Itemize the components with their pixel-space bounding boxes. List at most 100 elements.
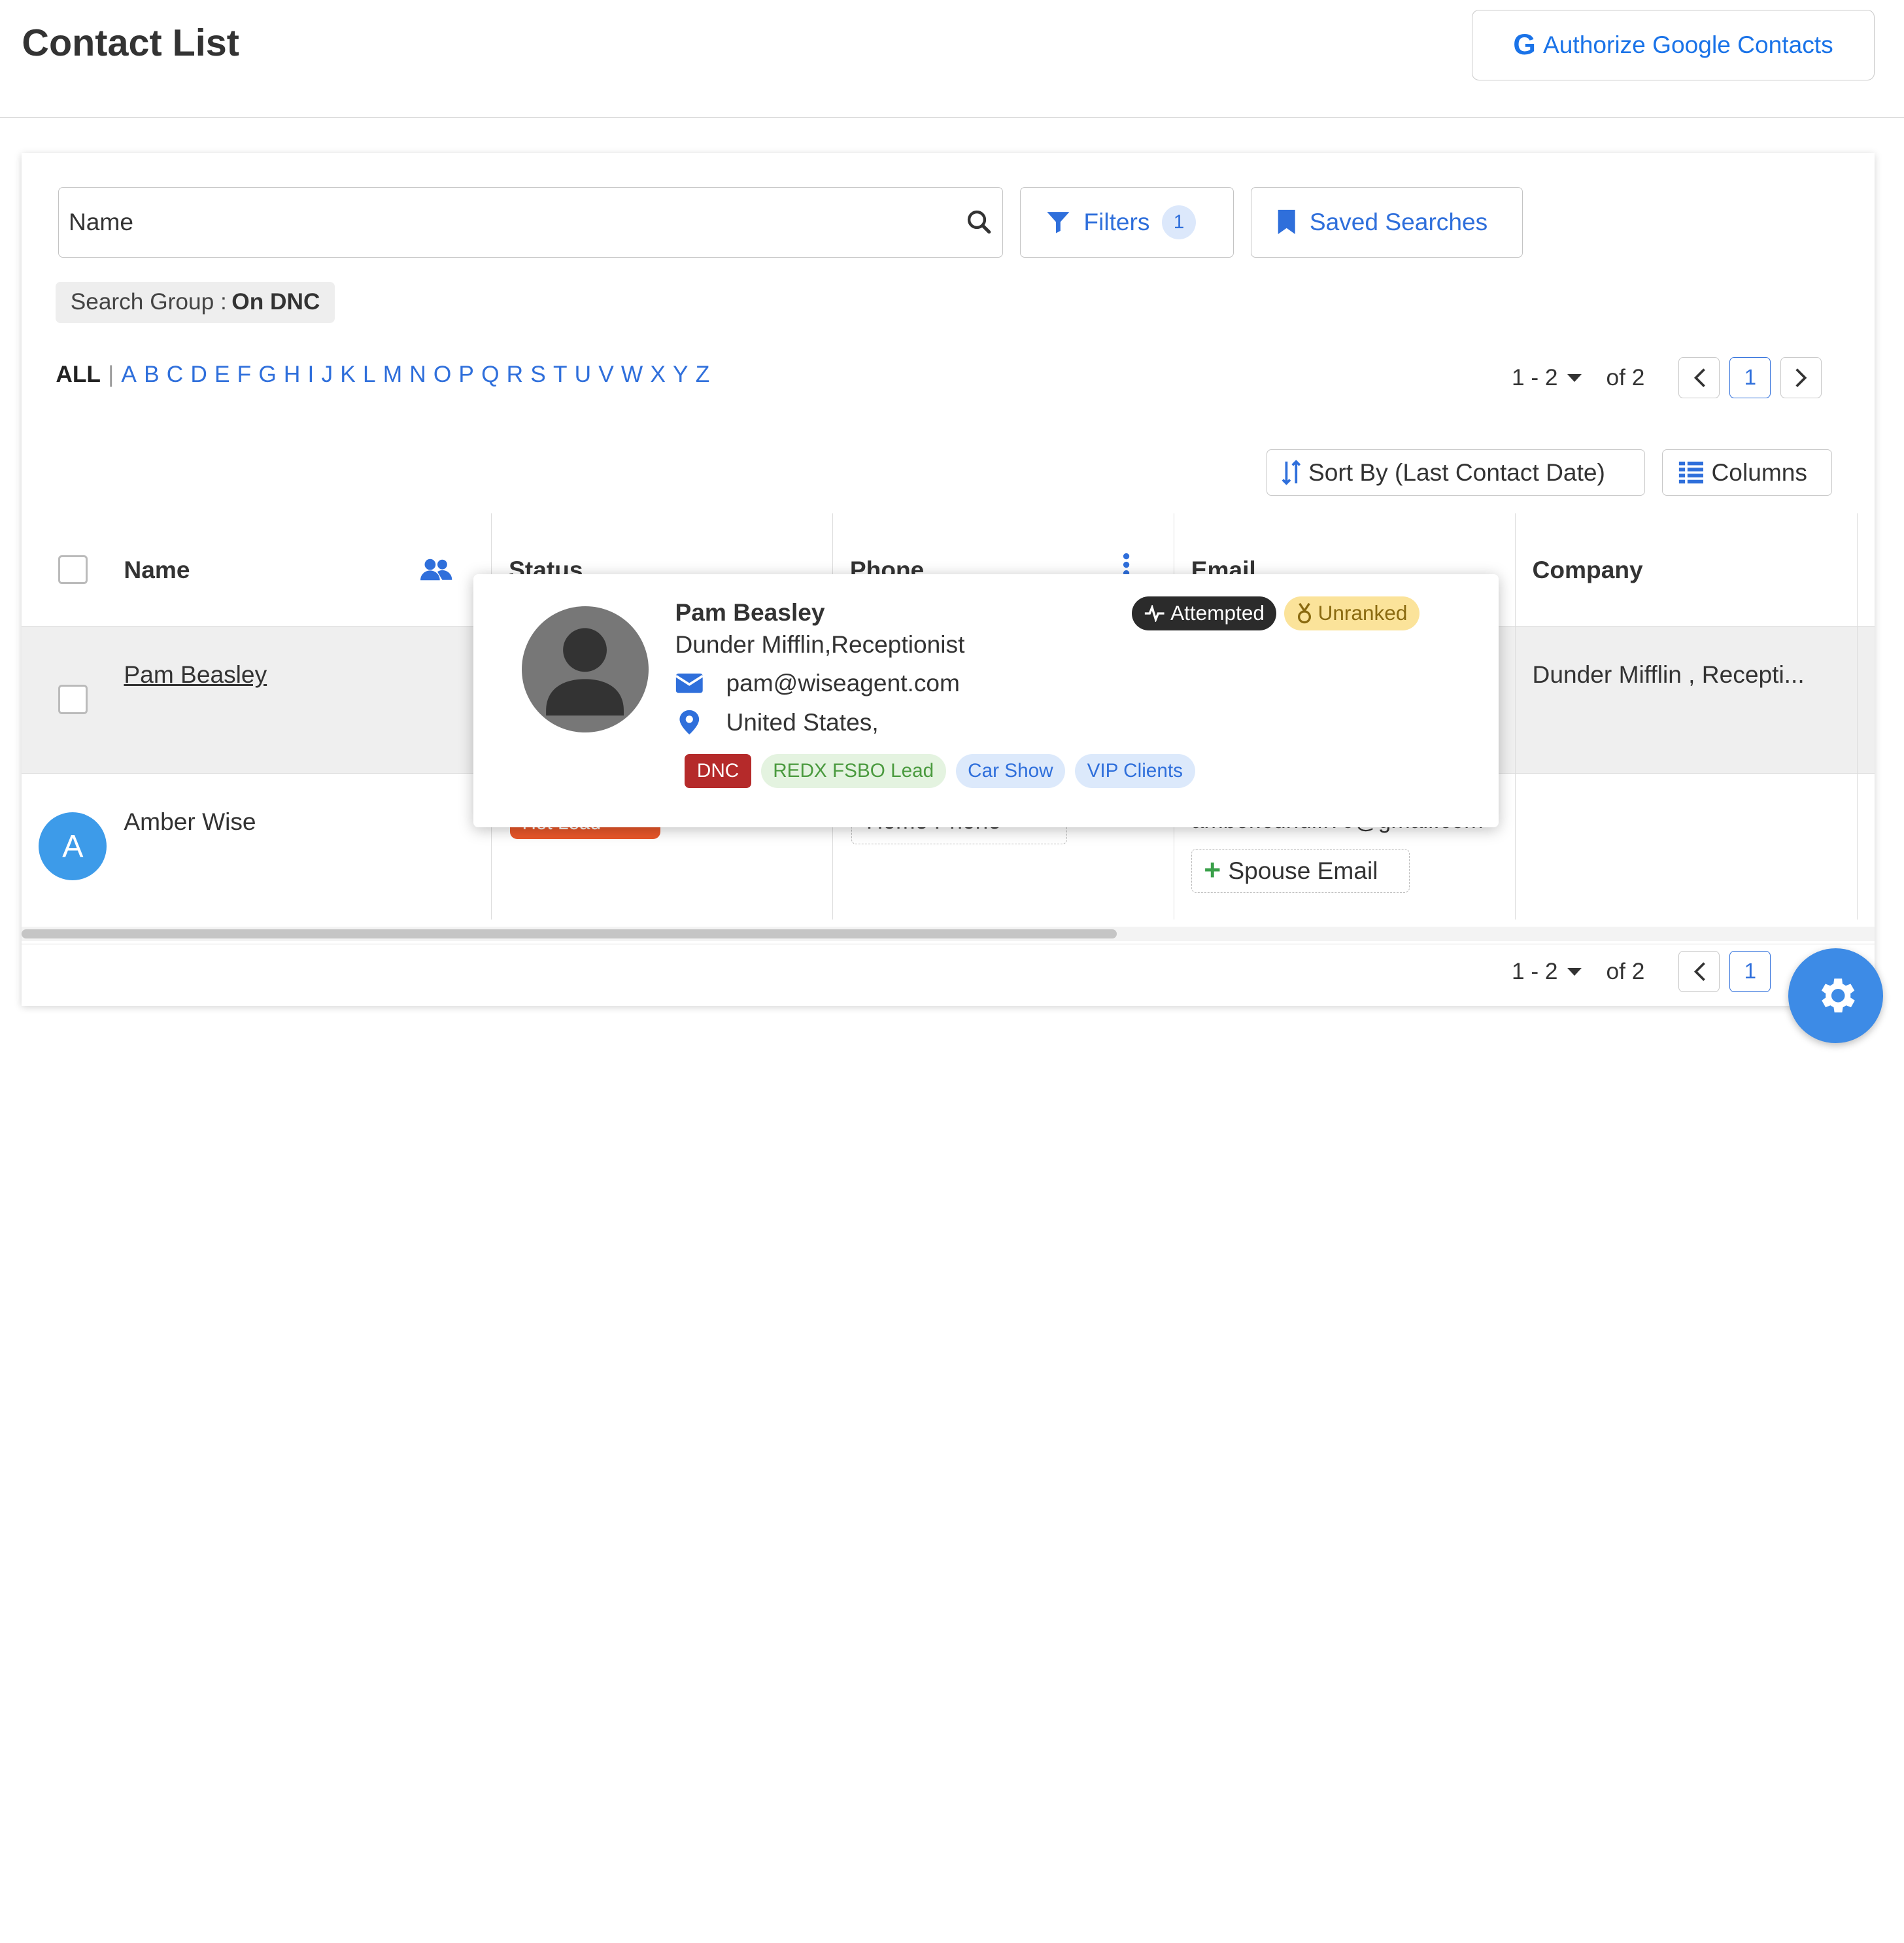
alpha-all[interactable]: ALL [56,362,101,388]
unranked-badge-text: Unranked [1318,601,1408,625]
alpha-letter-s[interactable]: S [530,362,546,388]
page-range-text: 1 - 2 [1511,364,1558,390]
more-vertical-icon[interactable] [1123,553,1130,577]
caret-down-icon [1567,967,1582,976]
current-page-button[interactable]: 1 [1729,356,1771,399]
columns-button[interactable]: Columns [1662,449,1833,496]
page-range-select[interactable]: 1 - 2 [1512,365,1582,391]
chevron-right-icon [1795,368,1807,387]
alpha-letter-x[interactable]: X [650,362,666,388]
attempted-badge: Attempted [1131,596,1277,630]
alpha-letter-o[interactable]: O [434,362,451,388]
columns-label: Columns [1711,458,1807,486]
alpha-separator: | [108,362,114,388]
pagination-top: 1 - 2 of 2 1 [1512,356,1822,399]
alpha-letter-v[interactable]: V [598,362,614,388]
alpha-letter-r[interactable]: R [507,362,523,388]
select-all-checkbox[interactable] [58,555,88,585]
scrollbar-thumb[interactable] [22,929,1117,939]
contact-name-link[interactable]: Pam Beasley [124,661,267,689]
sort-by-button[interactable]: Sort By (Last Contact Date) [1266,449,1646,496]
alpha-letter-w[interactable]: W [621,362,643,388]
alpha-letter-d[interactable]: D [190,362,207,388]
settings-fab-button[interactable] [1788,948,1884,1044]
location-pin-icon [679,710,700,734]
alpha-letter-z[interactable]: Z [696,362,710,388]
page-total: of 2 [1606,958,1645,984]
popup-email-line: pam@wiseagent.com [675,669,960,697]
avatar[interactable]: A [39,812,107,881]
top-bar: Contact List G Authorize Google Contacts [0,0,1904,118]
search-group-prefix: Search Group : [70,289,227,315]
filter-icon [1047,212,1070,233]
alpha-letter-q[interactable]: Q [481,362,499,388]
contact-name[interactable]: Amber Wise [124,808,256,836]
search-input[interactable] [68,208,966,237]
popup-location-line: United States, [675,708,879,736]
alpha-letter-a[interactable]: A [121,362,137,388]
columns-icon [1678,461,1703,484]
chevron-left-icon [1693,368,1705,387]
prev-page-button[interactable] [1678,356,1720,399]
alpha-letters: ABCDEFGHIJKLMNOPQRSTUVWXYZ [121,362,717,388]
horizontal-scrollbar[interactable] [22,926,1875,942]
gear-icon [1821,978,1855,1013]
alpha-letter-p[interactable]: P [458,362,474,388]
google-g-icon: G [1513,28,1536,61]
alpha-letter-y[interactable]: Y [673,362,688,388]
alpha-letter-g[interactable]: G [258,362,276,388]
tag-vip-clients[interactable]: VIP Clients [1075,754,1195,789]
tag-redx-fsbo-lead[interactable]: REDX FSBO Lead [760,754,946,789]
unranked-badge: Unranked [1284,596,1420,630]
saved-searches-button[interactable]: Saved Searches [1250,186,1523,258]
popup-contact-name[interactable]: Pam Beasley [675,598,824,627]
pulse-icon [1145,604,1164,622]
column-name-label: Name [124,556,190,584]
popup-location: United States, [726,708,879,736]
alpha-letter-e[interactable]: E [214,362,230,388]
caret-down-icon [1567,373,1582,383]
cell-company [1516,773,1858,920]
filters-button[interactable]: Filters 1 [1019,186,1234,258]
alpha-letter-m[interactable]: M [383,362,402,388]
alphabet-filter: ALL | ABCDEFGHIJKLMNOPQRSTUVWXYZ [56,362,717,388]
add-spouse-email-button[interactable]: + Spouse Email [1191,849,1410,893]
envelope-icon [675,673,704,693]
popup-email[interactable]: pam@wiseagent.com [726,669,960,697]
column-header-name[interactable]: Name [107,513,492,627]
authorize-google-contacts-label: Authorize Google Contacts [1542,31,1833,59]
alpha-letter-n[interactable]: N [409,362,426,388]
column-header-company[interactable]: Company [1516,513,1858,627]
alpha-letter-u[interactable]: U [575,362,591,388]
alpha-letter-l[interactable]: L [363,362,376,388]
popup-badges: Attempted Unranked [1131,596,1420,630]
alpha-letter-f[interactable]: F [237,362,252,388]
alpha-letter-t[interactable]: T [553,362,568,388]
search-bar [58,186,1003,258]
page-range-text: 1 - 2 [1511,958,1558,984]
cell-company [1516,627,1858,774]
attempted-badge-text: Attempted [1170,601,1265,625]
next-page-button[interactable] [1780,356,1822,399]
authorize-google-contacts-button[interactable]: G Authorize Google Contacts [1471,9,1875,80]
current-page-button[interactable]: 1 [1729,951,1771,993]
alpha-letter-h[interactable]: H [284,362,300,388]
alpha-letter-j[interactable]: J [321,362,333,388]
saved-searches-label: Saved Searches [1309,208,1488,236]
prev-page-button[interactable] [1678,951,1720,993]
alpha-letter-c[interactable]: C [167,362,183,388]
search-group-value: On DNC [231,289,320,315]
search-icon[interactable] [966,209,993,235]
alpha-letter-k[interactable]: K [340,362,356,388]
tag-car-show[interactable]: Car Show [955,754,1066,789]
users-icon[interactable] [420,557,452,581]
alpha-letter-i[interactable]: I [308,362,314,388]
avatar-placeholder-icon [522,606,649,732]
alpha-letter-b[interactable]: B [144,362,160,388]
popup-contact-role: Dunder Mifflin,Receptionist [675,630,965,658]
page-range-select[interactable]: 1 - 2 [1512,959,1582,985]
row-checkbox[interactable] [58,685,88,714]
tag-dnc[interactable]: DNC [685,754,751,789]
filters-label: Filters [1083,208,1150,236]
sort-icon [1282,460,1301,485]
